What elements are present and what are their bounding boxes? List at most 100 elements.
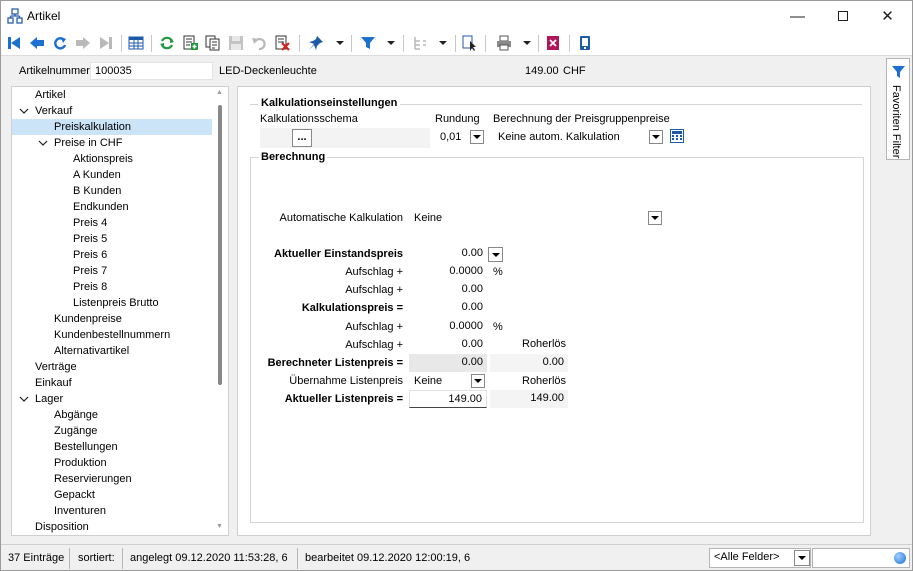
tree-item-label: Preis 8 [73, 281, 108, 293]
tree-item[interactable]: Reservierungen [54, 471, 132, 487]
kalkulationspreis-field[interactable]: 0.00 [409, 299, 487, 317]
refresh-button[interactable] [158, 34, 176, 52]
filter-dropdown-arrow[interactable] [387, 41, 395, 45]
last-record-icon [100, 37, 112, 49]
tree-item[interactable]: Verträge [35, 359, 77, 375]
undo-nav-button[interactable] [51, 34, 69, 52]
undo-icon [252, 37, 266, 51]
chevron-down-icon [491, 252, 500, 257]
auto-kalk-dropdown-button[interactable] [648, 211, 662, 225]
minimize-button[interactable]: — [775, 1, 820, 31]
field-select-dropdown-button[interactable] [794, 550, 810, 566]
tree-item[interactable]: Einkauf [35, 375, 72, 391]
select-document-icon [462, 35, 476, 51]
tree-item[interactable]: A Kunden [73, 167, 121, 183]
tree-item[interactable]: Artikel [35, 87, 66, 103]
schema-label: Kalkulationsschema [260, 113, 358, 125]
tree-item[interactable]: Zugänge [54, 423, 97, 439]
aktueller-listenpreis-field[interactable]: 149.00 [409, 390, 487, 408]
tree-item[interactable]: Disposition [35, 519, 89, 535]
tree-item[interactable]: Preiskalkulation [12, 119, 212, 135]
tree-structure-icon [414, 37, 426, 50]
rundung-select[interactable]: 0,01 [435, 128, 486, 146]
tree-item[interactable]: Lager [35, 391, 63, 407]
tree-item[interactable]: Verkauf [35, 103, 72, 119]
next-record-button[interactable] [74, 34, 92, 52]
tree-item[interactable]: Produktion [54, 455, 107, 471]
chevron-down-icon [651, 216, 659, 220]
tree-item[interactable]: Listenpreis Brutto [73, 295, 159, 311]
filter-icon [891, 64, 906, 82]
print-button[interactable] [495, 34, 513, 52]
aufschlag2-pct-label: Aufschlag + [345, 321, 403, 333]
previous-record-button[interactable] [28, 34, 46, 52]
aufschlag2-pct-field[interactable]: 0.0000 [409, 318, 487, 336]
tree-item[interactable]: Preis 5 [73, 231, 107, 247]
info-button[interactable] [576, 34, 594, 52]
tree-item[interactable]: Preise in CHF [54, 135, 122, 151]
aufschlag1-pct-field[interactable]: 0.0000 [409, 263, 487, 281]
pin-dropdown-arrow[interactable] [336, 41, 344, 45]
uebernahme-dropdown-button[interactable] [471, 374, 485, 388]
schema-browse-button[interactable]: ... [292, 129, 312, 147]
tree-item-label: B Kunden [73, 185, 122, 197]
last-record-button[interactable] [97, 34, 115, 52]
aufschlag1-abs-field[interactable]: 0.00 [409, 281, 487, 299]
aufschlag2-abs-field[interactable]: 0.00 [409, 336, 487, 354]
tree-scrollbar[interactable]: ▲ ▼ [213, 87, 228, 535]
tree-item[interactable]: Preis 7 [73, 263, 107, 279]
tree-item[interactable]: Inventuren [54, 503, 106, 519]
calculator-button[interactable] [670, 129, 684, 143]
auto-kalk-select[interactable]: Keine [409, 209, 664, 227]
delete-record-button[interactable] [273, 34, 291, 52]
first-record-button[interactable] [5, 34, 23, 52]
globe-icon[interactable] [894, 552, 906, 564]
print-dropdown-arrow[interactable] [523, 41, 531, 45]
uebernahme-select[interactable]: Keine [409, 372, 487, 390]
einstandspreis-field[interactable]: 0.00 [409, 245, 487, 263]
tree-structure-button[interactable] [411, 34, 429, 52]
tree-dropdown-arrow[interactable] [439, 41, 447, 45]
close-button[interactable]: ✕ [865, 1, 910, 31]
tree-item[interactable]: Gepackt [54, 487, 95, 503]
copy-record-button[interactable] [204, 34, 222, 52]
rundung-dropdown-button[interactable] [470, 130, 484, 144]
status-bar: 37 Einträge sortiert: angelegt 09.12.202… [1, 544, 912, 570]
tree-item[interactable]: Preis 4 [73, 215, 107, 231]
tree-item[interactable]: Alternativartikel [54, 343, 129, 359]
tree-item[interactable]: Preis 6 [73, 247, 107, 263]
save-button[interactable] [227, 34, 245, 52]
preisgruppen-dropdown-button[interactable] [649, 130, 663, 144]
maximize-button[interactable] [820, 1, 865, 31]
calculator-icon [670, 129, 684, 143]
undo-button[interactable] [250, 34, 268, 52]
new-record-button[interactable] [181, 34, 199, 52]
tree-item[interactable]: Kundenbestellnummern [54, 327, 170, 343]
pin-button[interactable] [307, 34, 325, 52]
chevron-down-icon[interactable] [38, 138, 48, 148]
exit-button[interactable] [544, 34, 562, 52]
filter-button[interactable] [359, 34, 377, 52]
einstandspreis-dropdown-button[interactable] [488, 247, 503, 262]
tree-item[interactable]: Preis 8 [73, 279, 107, 295]
berechneter-listenpreis-field: 0.00 [409, 354, 487, 372]
scroll-up-icon[interactable]: ▲ [216, 89, 223, 96]
preisgruppen-select[interactable]: Keine autom. Kalkulation [493, 128, 665, 146]
tree-scrollbar-thumb[interactable] [218, 105, 222, 385]
tree-item[interactable]: Aktionspreis [73, 151, 133, 167]
tree-item[interactable]: B Kunden [73, 183, 121, 199]
tree-item[interactable]: Abgänge [54, 407, 98, 423]
artikelnummer-field[interactable]: 100035 [90, 62, 213, 80]
scroll-down-icon[interactable]: ▼ [216, 523, 223, 530]
schema-field[interactable] [260, 128, 430, 148]
chevron-down-icon[interactable] [19, 394, 29, 404]
tree-item-label: A Kunden [73, 169, 121, 181]
select-document-button[interactable] [461, 34, 479, 52]
table-view-button[interactable] [127, 34, 145, 52]
tree-item[interactable]: Kundenpreise [54, 311, 122, 327]
chevron-down-icon[interactable] [19, 106, 29, 116]
tree-item-label: Gepackt [54, 489, 95, 501]
favoriten-filter-tab[interactable]: Favoriten Filter [886, 58, 910, 160]
tree-item[interactable]: Endkunden [73, 199, 129, 215]
tree-item[interactable]: Bestellungen [54, 439, 118, 455]
